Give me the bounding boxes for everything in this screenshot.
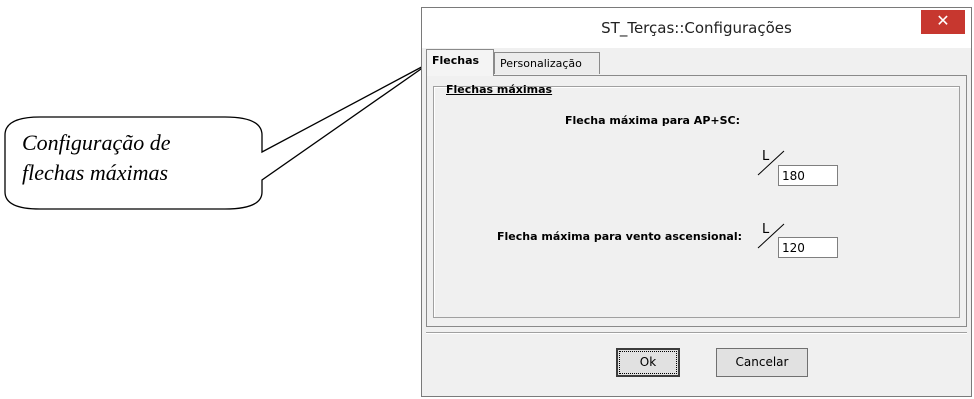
field-label-vento: Flecha máxima para vento ascensional: bbox=[497, 230, 742, 243]
separator bbox=[426, 332, 967, 334]
callout-text: Configuração de flechas máximas bbox=[22, 128, 252, 188]
title-bar: ST_Terças::Configurações ✕ bbox=[422, 8, 971, 48]
ok-button[interactable]: Ok bbox=[616, 348, 680, 377]
cancel-button[interactable]: Cancelar bbox=[716, 348, 808, 377]
tab-panel-flechas bbox=[426, 75, 967, 327]
window-title: ST_Terças::Configurações bbox=[601, 19, 792, 37]
flecha-ap-sc-input[interactable] bbox=[778, 165, 838, 186]
settings-dialog: ST_Terças::Configurações ✕ Flechas Perso… bbox=[421, 7, 972, 397]
fraction-l-label: L bbox=[762, 222, 770, 237]
fraction-l-label: L bbox=[762, 149, 770, 164]
callout-line-2: flechas máximas bbox=[22, 160, 169, 185]
flecha-vento-input[interactable] bbox=[778, 237, 838, 258]
section-title: Flechas máximas bbox=[446, 83, 553, 96]
field-label-ap-sc: Flecha máxima para AP+SC: bbox=[565, 114, 740, 127]
close-icon: ✕ bbox=[936, 11, 950, 30]
tab-personalizacao[interactable]: Personalização bbox=[494, 52, 600, 74]
callout-line-1: Configuração de bbox=[22, 130, 171, 155]
tab-flechas[interactable]: Flechas bbox=[426, 49, 494, 76]
close-button[interactable]: ✕ bbox=[921, 10, 965, 34]
